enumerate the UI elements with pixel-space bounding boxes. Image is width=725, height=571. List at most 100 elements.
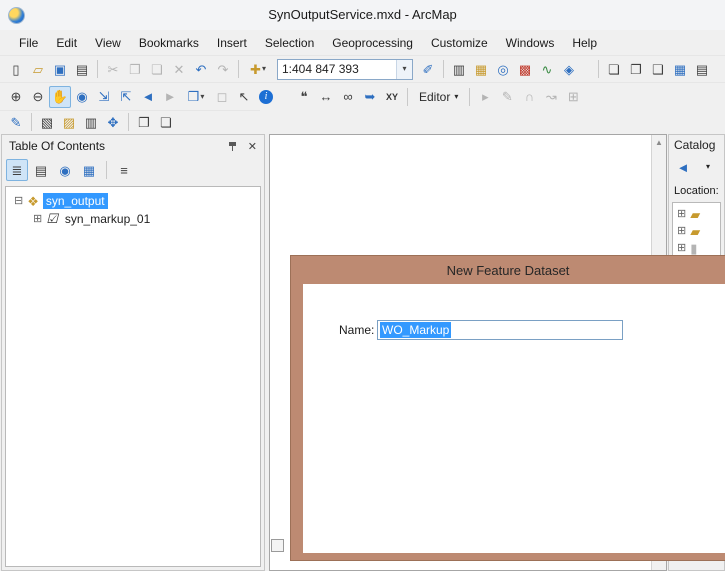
table-of-contents-window-button[interactable]: ▥ [448, 58, 470, 80]
html-popup-button[interactable]: ❝ [293, 86, 315, 108]
find-route-button[interactable]: ➥ [359, 86, 381, 108]
go-forward-extent-button[interactable]: ► [159, 86, 181, 108]
layer-group-label[interactable]: syn_output [42, 193, 108, 209]
measure-button[interactable]: ↔ [315, 86, 337, 108]
select-features-button[interactable]: ❒ ▾ [181, 86, 211, 108]
redo-button[interactable]: ↷ [212, 58, 234, 80]
catalog-dropdown-button[interactable]: ▾ [697, 156, 719, 178]
new-document-button[interactable]: ▯ [5, 58, 27, 80]
editor-menu[interactable]: Editor ▾ [412, 87, 465, 107]
scale-dropdown-button[interactable]: ▾ [396, 59, 412, 79]
dataframe-grid-icon: ▦ [673, 61, 687, 77]
undo-button[interactable]: ↶ [190, 58, 212, 80]
clear-selection-button[interactable]: ◻ [211, 86, 233, 108]
select-elements-button[interactable]: ↖ [233, 86, 255, 108]
sketch-tool-button[interactable]: ✎ [496, 86, 518, 108]
trace-tool-button[interactable]: ↝ [540, 86, 562, 108]
overview-window-button[interactable]: ❏ [603, 58, 625, 80]
dataframe-tools-button[interactable]: ▦ [669, 58, 691, 80]
menu-view[interactable]: View [86, 33, 130, 53]
search-window-button[interactable]: ◎ [492, 58, 514, 80]
catalog-window-button[interactable]: ▦ [470, 58, 492, 80]
delete-button[interactable]: ✕ [168, 58, 190, 80]
fixed-zoom-in-icon: ⇲ [98, 89, 110, 104]
toolbar-separator [238, 60, 239, 78]
list-by-drawing-order-button[interactable]: ≣ [6, 159, 28, 181]
new-document-icon: ▯ [12, 61, 20, 77]
list-by-visibility-button[interactable]: ◉ [54, 159, 76, 181]
scroll-up-icon[interactable]: ▲ [652, 135, 666, 150]
list-by-selection-button[interactable]: ▦ [78, 159, 100, 181]
zoom-out-button[interactable]: ⊖ [27, 86, 49, 108]
dialog-titlebar[interactable]: New Feature Dataset [291, 256, 725, 284]
map-scale-combobox[interactable]: ▾ [277, 58, 413, 80]
catalog-title: Catalog [674, 138, 716, 152]
toolbar3-button-4[interactable]: ▥ [80, 111, 102, 133]
expand-icon[interactable]: ⊞ [677, 226, 686, 237]
toolbar3-button-6[interactable]: ❐ [133, 111, 155, 133]
list-by-source-button[interactable]: ▤ [30, 159, 52, 181]
catalog-tree-item[interactable]: ⊞ ▰ [673, 206, 720, 223]
name-input[interactable]: WO_Markup [377, 320, 623, 340]
toolbar3-button-5[interactable]: ✥ [102, 111, 124, 133]
menu-windows[interactable]: Windows [497, 33, 564, 53]
pin-icon[interactable] [227, 140, 238, 153]
map-scale-input[interactable] [278, 60, 396, 78]
full-extent-button[interactable]: ◉ [71, 86, 93, 108]
menu-customize[interactable]: Customize [422, 33, 497, 53]
collapse-icon[interactable]: ⊟ [14, 195, 23, 207]
magnifier-window-button[interactable]: ❐ [625, 58, 647, 80]
edit-tool-button[interactable]: ▸ [474, 86, 496, 108]
toolbar3-button-1[interactable]: ✎ [5, 111, 27, 133]
menu-file[interactable]: File [10, 33, 47, 53]
editor-toolbar-toggle-button[interactable]: ✐ [417, 58, 439, 80]
save-button[interactable]: ▣ [49, 58, 71, 80]
fixed-zoom-in-button[interactable]: ⇲ [93, 86, 115, 108]
zoom-in-button[interactable]: ⊕ [5, 86, 27, 108]
chevron-down-icon: ▾ [454, 91, 459, 101]
menu-insert[interactable]: Insert [208, 33, 256, 53]
expand-icon[interactable]: ⊞ [677, 243, 686, 254]
toolbar3-button-2[interactable]: ▧ [36, 111, 58, 133]
toc-window-icon: ▥ [452, 61, 466, 77]
catalog-back-button[interactable]: ◄ [672, 156, 694, 178]
menu-selection[interactable]: Selection [256, 33, 323, 53]
pan-button[interactable]: ✋ [49, 85, 71, 108]
toolbar3-button-7[interactable]: ❏ [155, 111, 177, 133]
table-of-contents-panel: Table Of Contents ✕ ≣ ▤ ◉ ▦ ≡ ⊟ ❖ syn_ou… [1, 134, 265, 571]
python-window-button[interactable]: ∿ [536, 58, 558, 80]
expand-icon[interactable]: ⊞ [33, 213, 42, 225]
viewer-window-icon: ❑ [652, 61, 664, 77]
viewer-window-button[interactable]: ❑ [647, 58, 669, 80]
add-data-button[interactable]: ✚ ▾ [243, 58, 273, 80]
identify-button[interactable]: i [255, 86, 277, 108]
copy-button[interactable]: ❐ [124, 58, 146, 80]
paste-icon: ❏ [151, 61, 163, 77]
catalog-tree-item[interactable]: ⊞ ▰ [673, 223, 720, 240]
menu-help[interactable]: Help [563, 33, 606, 53]
find-button[interactable]: ∞ [337, 86, 359, 108]
close-icon[interactable]: ✕ [248, 140, 257, 153]
modelbuilder-button[interactable]: ◈ [558, 58, 580, 80]
menu-edit[interactable]: Edit [47, 33, 86, 53]
arctoolbox-button[interactable]: ▩ [514, 58, 536, 80]
print-button[interactable]: ▤ [71, 58, 93, 80]
clear-selection-icon: ◻ [216, 89, 228, 104]
toolbar3-button-3[interactable]: ▨ [58, 111, 80, 133]
map-scroll-corner-button[interactable] [271, 539, 284, 552]
go-back-extent-button[interactable]: ◄ [137, 86, 159, 108]
layer-label[interactable]: syn_markup_01 [62, 211, 153, 227]
paste-button[interactable]: ❏ [146, 58, 168, 80]
cut-button[interactable]: ✂ [102, 58, 124, 80]
layer-checkbox-checked-icon[interactable]: ☑ [46, 211, 58, 227]
fixed-zoom-out-button[interactable]: ⇱ [115, 86, 137, 108]
expand-icon[interactable]: ⊞ [677, 209, 686, 220]
go-to-xy-button[interactable]: XY [381, 86, 403, 108]
arc-tool-button[interactable]: ∩ [518, 86, 540, 108]
menu-geoprocessing[interactable]: Geoprocessing [323, 33, 422, 53]
menu-bookmarks[interactable]: Bookmarks [130, 33, 208, 53]
toc-options-button[interactable]: ≡ [113, 159, 135, 181]
open-button[interactable]: ▱ [27, 58, 49, 80]
layout-tools-button[interactable]: ▤ [691, 58, 713, 80]
create-features-window-button[interactable]: ⊞ [562, 86, 584, 108]
